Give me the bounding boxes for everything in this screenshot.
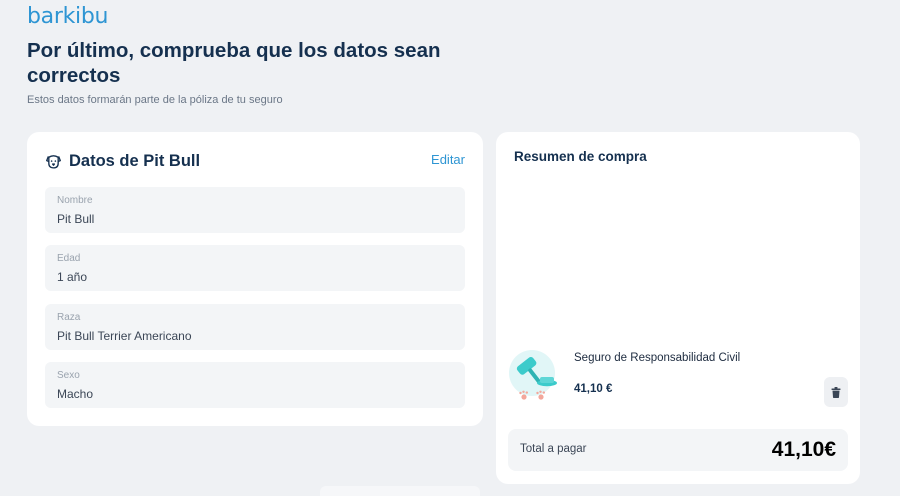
total-value: 41,10€ — [771, 438, 836, 461]
summary-title: Resumen de compra — [514, 149, 647, 164]
field-value: 1 año — [57, 270, 88, 284]
pet-data-card: Datos de Pit Bull Editar Nombre Pit Bull… — [27, 132, 483, 426]
field-value: Macho — [57, 387, 94, 401]
field-label: Edad — [57, 253, 81, 264]
gavel-paws-icon — [509, 350, 557, 400]
trash-icon — [831, 386, 841, 398]
total-box: Total a pagar 41,10€ — [508, 429, 848, 471]
page-subtitle: Estos datos formarán parte de la póliza … — [27, 94, 283, 106]
product-price: 41,10 € — [574, 383, 613, 395]
pet-card-title: Datos de Pit Bull — [69, 152, 201, 170]
field-label: Nombre — [57, 195, 93, 206]
field-value: Pit Bull — [57, 212, 95, 226]
field-label: Sexo — [57, 370, 80, 381]
brand-logo[interactable]: barkibu — [27, 4, 108, 29]
field-value: Pit Bull Terrier Americano — [57, 329, 192, 343]
purchase-summary-card: Resumen de compra Seguro de Responsabili… — [496, 132, 860, 484]
dog-face-icon — [46, 155, 61, 169]
field-raza: Raza Pit Bull Terrier Americano — [45, 304, 465, 350]
product-name: Seguro de Responsabilidad Civil — [574, 352, 741, 364]
edit-link[interactable]: Editar — [431, 152, 465, 167]
total-label: Total a pagar — [520, 443, 587, 455]
pet-card-header: Datos de Pit Bull — [45, 152, 200, 171]
delete-product-button[interactable] — [824, 377, 848, 407]
page-title: Por último, comprueba que los datos sean… — [27, 39, 441, 87]
field-sexo: Sexo Macho — [45, 362, 465, 408]
field-label: Raza — [57, 312, 81, 323]
bottom-partial-element — [320, 486, 480, 496]
field-edad: Edad 1 año — [45, 245, 465, 291]
field-nombre: Nombre Pit Bull — [45, 187, 465, 233]
